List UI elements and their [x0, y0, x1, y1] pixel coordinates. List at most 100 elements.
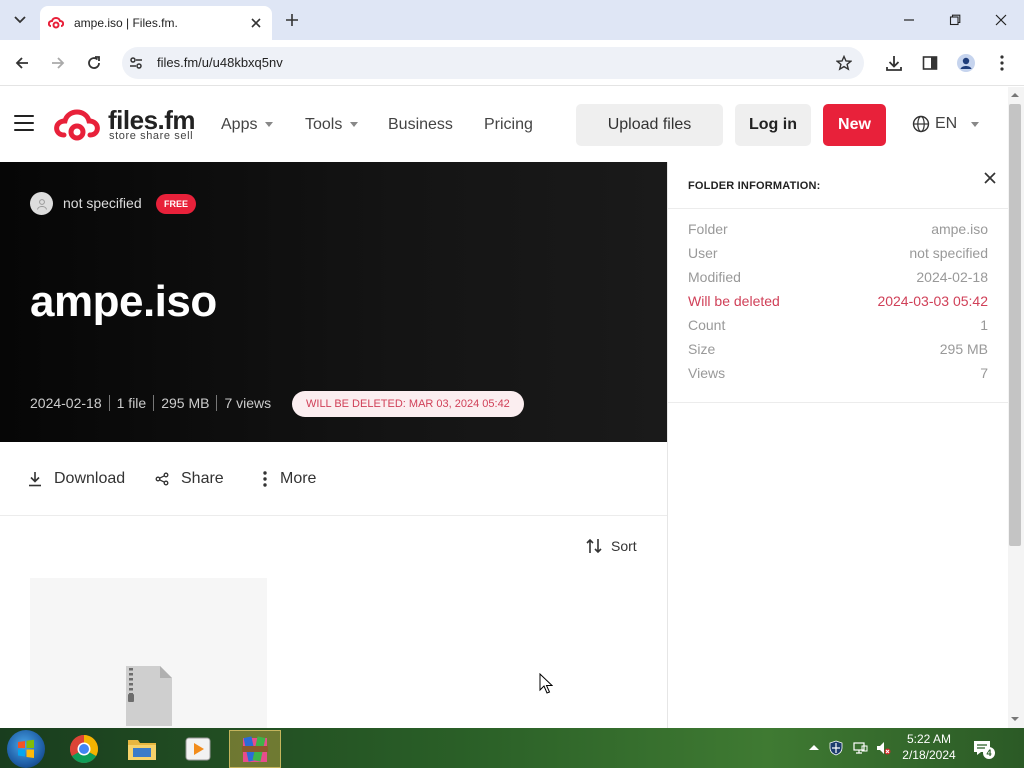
nav-apps-label: Apps	[221, 116, 258, 133]
minimize-icon[interactable]	[899, 10, 919, 30]
logo-tagline: store share sell	[109, 130, 194, 142]
clock-time: 5:22 AM	[906, 732, 952, 746]
side-panel-icon[interactable]	[919, 52, 941, 74]
winrar-icon	[242, 736, 268, 762]
url-text[interactable]: files.fm/u/u48kbxq5nv	[157, 55, 283, 70]
close-icon[interactable]	[982, 170, 998, 186]
security-shield-icon[interactable]	[828, 740, 844, 756]
info-value: 2024-03-03 05:42	[877, 293, 988, 309]
info-label: Modified	[688, 269, 741, 285]
info-row-will-be-deleted: Will be deleted 2024-03-03 05:42	[688, 293, 988, 317]
meta-date: 2024-02-18	[30, 395, 102, 411]
meta-views: 7 views	[224, 395, 272, 411]
system-clock[interactable]: 5:22 AM 2/18/2024	[900, 731, 958, 763]
user-avatar-icon	[30, 192, 53, 215]
download-icon	[29, 472, 41, 487]
star-icon[interactable]	[836, 55, 852, 71]
site-settings-icon[interactable]	[128, 55, 144, 71]
folder-hero: not specified FREE ampe.iso 2024-02-18 1…	[0, 162, 667, 442]
more-label: More	[280, 470, 317, 487]
share-button[interactable]: Share	[155, 470, 224, 488]
more-button[interactable]: More	[262, 470, 316, 488]
download-label: Download	[54, 470, 126, 487]
action-bar: Download Share More	[0, 442, 667, 516]
tab-title: ampe.iso | Files.fm.	[74, 16, 178, 30]
reload-icon[interactable]	[82, 51, 106, 75]
globe-icon	[912, 115, 930, 133]
login-button[interactable]: Log in	[735, 104, 811, 146]
nav-tools[interactable]: Tools	[305, 116, 359, 134]
windows-logo-icon	[18, 739, 34, 758]
download-icon[interactable]	[883, 52, 905, 74]
notification-count: 4	[983, 747, 995, 759]
meta-files: 1 file	[116, 395, 147, 411]
nav-apps[interactable]: Apps	[221, 116, 274, 134]
kebab-menu-icon[interactable]	[991, 52, 1013, 74]
sort-icon	[586, 538, 602, 554]
scroll-down-icon[interactable]	[1010, 714, 1020, 724]
file-card[interactable]	[30, 578, 267, 728]
plus-icon[interactable]	[282, 10, 302, 30]
taskbar-file-explorer[interactable]	[116, 730, 168, 768]
info-row-modified: Modified 2024-02-18	[688, 269, 988, 293]
action-center-icon[interactable]: 4	[972, 738, 995, 759]
share-label: Share	[181, 470, 224, 487]
info-value: 295 MB	[939, 341, 988, 357]
info-value: ampe.iso	[931, 221, 988, 237]
info-value: 2024-02-18	[916, 269, 988, 285]
start-button[interactable]	[7, 730, 45, 768]
caret-down-icon	[350, 122, 359, 128]
browser-tab[interactable]: ampe.iso | Files.fm.	[40, 6, 272, 40]
profile-icon[interactable]	[955, 52, 977, 74]
download-button[interactable]: Download	[28, 470, 125, 488]
close-icon[interactable]	[248, 15, 264, 31]
forward-icon[interactable]	[46, 51, 70, 75]
browser-tab-bar: ampe.iso | Files.fm.	[0, 0, 1024, 40]
info-label: Views	[688, 365, 726, 381]
upload-files-button[interactable]: Upload files	[576, 104, 723, 146]
folder-icon	[128, 740, 156, 760]
language-selector[interactable]: EN	[912, 115, 980, 133]
back-icon[interactable]	[10, 51, 34, 75]
clock-date: 2/18/2024	[902, 748, 956, 762]
taskbar-active-app[interactable]	[229, 730, 281, 768]
mouse-cursor-icon	[539, 673, 553, 694]
cloud-logo-icon	[54, 109, 100, 141]
folder-info-panel: FOLDER INFORMATION: Folder ampe.iso User…	[667, 162, 1009, 728]
new-button[interactable]: New	[823, 104, 886, 146]
close-window-icon[interactable]	[991, 10, 1011, 30]
caret-down-icon	[971, 121, 980, 127]
zip-file-icon	[126, 666, 172, 726]
info-label: User	[688, 245, 718, 261]
folder-title: ampe.iso	[30, 277, 217, 326]
nav-business[interactable]: Business	[388, 116, 453, 134]
scroll-up-icon[interactable]	[1010, 90, 1020, 100]
taskbar-chrome[interactable]	[58, 730, 110, 768]
tray-expand-icon[interactable]	[806, 740, 822, 756]
meta-size: 295 MB	[161, 395, 210, 411]
scrollbar-thumb[interactable]	[1009, 104, 1021, 546]
address-bar[interactable]: files.fm/u/u48kbxq5nv	[122, 47, 864, 79]
media-player-icon	[185, 737, 211, 761]
tab-search-icon[interactable]	[8, 8, 32, 32]
filesfm-logo[interactable]: files.fm store share sell	[52, 105, 202, 147]
info-row-count: Count 1	[688, 317, 988, 341]
info-row-folder: Folder ampe.iso	[688, 221, 988, 245]
taskbar-media-player[interactable]	[172, 730, 224, 768]
free-badge: FREE	[156, 194, 197, 214]
sort-button[interactable]: Sort	[585, 537, 637, 555]
maximize-icon[interactable]	[945, 10, 965, 30]
info-value: 1	[980, 317, 988, 333]
hamburger-icon[interactable]	[14, 115, 34, 133]
volume-muted-icon[interactable]	[875, 740, 891, 756]
caret-down-icon	[265, 122, 274, 128]
info-value: 7	[980, 365, 988, 381]
network-icon[interactable]	[852, 740, 868, 756]
info-row-user: User not specified	[688, 245, 988, 269]
info-value: not specified	[909, 245, 988, 261]
deletion-notice-badge: WILL BE DELETED: MAR 03, 2024 05:42	[292, 391, 524, 417]
site-header: files.fm store share sell Apps Tools Bus…	[0, 87, 1008, 162]
nav-pricing[interactable]: Pricing	[484, 116, 533, 134]
filesfm-favicon	[48, 17, 64, 29]
sort-label: Sort	[611, 538, 637, 554]
